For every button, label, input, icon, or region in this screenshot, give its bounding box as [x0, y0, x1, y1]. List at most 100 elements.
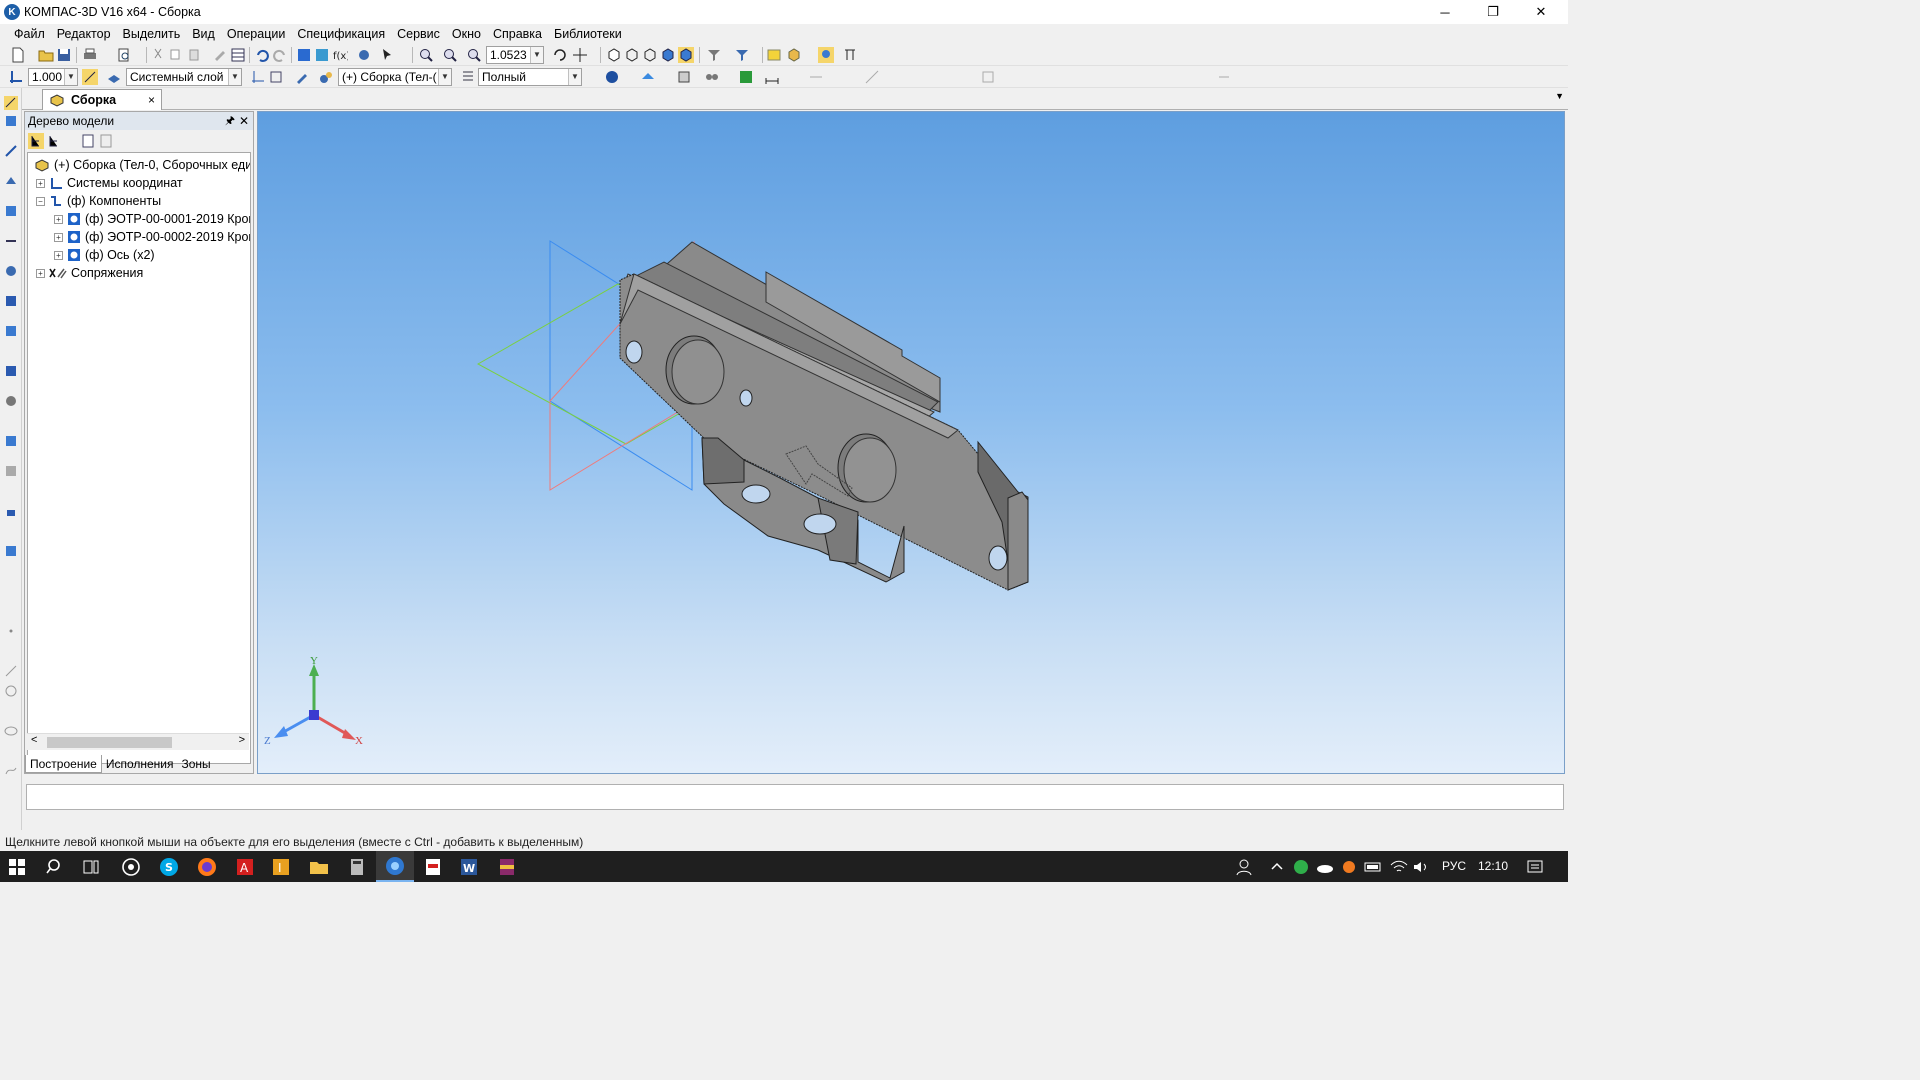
- geometry-tool-icon[interactable]: [4, 144, 18, 158]
- tree-item-components[interactable]: − (ф) Компоненты: [36, 192, 161, 210]
- menu-libraries[interactable]: Библиотеки: [548, 27, 628, 41]
- light-bulb-icon[interactable]: [818, 47, 834, 63]
- scroll-thumb[interactable]: [47, 737, 172, 748]
- table-icon[interactable]: [230, 47, 246, 63]
- chevron-down-icon[interactable]: ▼: [568, 69, 581, 85]
- tree-item-component-0001[interactable]: + (ф) ЭОТР-00-0001-2019 Крон: [54, 210, 250, 228]
- print-icon[interactable]: [82, 47, 98, 63]
- tree-item-coordinate-systems[interactable]: + Системы координат: [36, 174, 183, 192]
- tab-construction[interactable]: Построение: [25, 755, 102, 773]
- zoom-out-icon[interactable]: [442, 47, 458, 63]
- lock-tool-icon[interactable]: [4, 504, 18, 518]
- menu-operations[interactable]: Операции: [221, 27, 291, 41]
- measure-icon[interactable]: [842, 47, 858, 63]
- chevron-down-icon[interactable]: ▼: [438, 69, 451, 85]
- acrobat-icon[interactable]: A: [234, 856, 256, 878]
- clock[interactable]: 12:10: [1478, 851, 1508, 882]
- windows-start-icon[interactable]: [6, 856, 28, 878]
- open-folder-icon[interactable]: [38, 47, 54, 63]
- properties-icon[interactable]: [212, 47, 228, 63]
- tree-filter-icon[interactable]: [81, 133, 95, 149]
- segment-icon[interactable]: [864, 69, 880, 85]
- tree-horizontal-scrollbar[interactable]: < >: [27, 733, 249, 750]
- task-view-icon[interactable]: [80, 856, 102, 878]
- tab-versions[interactable]: Исполнения: [102, 755, 178, 773]
- volume-icon[interactable]: [1410, 856, 1432, 878]
- word-icon[interactable]: W: [458, 856, 480, 878]
- close-tab-icon[interactable]: ×: [148, 93, 155, 107]
- search-icon[interactable]: [44, 856, 66, 878]
- kompas-taskbar-button[interactable]: [376, 851, 414, 882]
- onedrive-icon[interactable]: [1314, 856, 1336, 878]
- array-tool-icon[interactable]: [4, 204, 18, 218]
- tray-app-icon[interactable]: [1338, 856, 1360, 878]
- operations-icon[interactable]: [676, 69, 692, 85]
- list-tool-icon[interactable]: [4, 544, 18, 558]
- close-window-button[interactable]: ✕: [1518, 0, 1564, 24]
- edit-component-icon[interactable]: [294, 69, 310, 85]
- tree-report-icon[interactable]: [99, 133, 113, 149]
- close-panel-icon[interactable]: ✕: [239, 112, 249, 130]
- filter-icon[interactable]: [706, 47, 722, 63]
- zoom-in-icon[interactable]: [466, 47, 482, 63]
- wireframe-icon[interactable]: [624, 47, 640, 63]
- menu-file[interactable]: Файл: [8, 27, 51, 41]
- view-orientation-icon[interactable]: [606, 47, 622, 63]
- collapse-icon[interactable]: −: [36, 196, 45, 206]
- pin-icon[interactable]: 🖈: [225, 112, 235, 130]
- edit-tool-icon[interactable]: [4, 114, 18, 128]
- skype-icon[interactable]: S: [158, 856, 180, 878]
- tree-structure-icon[interactable]: [28, 133, 44, 149]
- tray-chevron-up-icon[interactable]: [1266, 856, 1288, 878]
- menu-specification[interactable]: Спецификация: [291, 27, 391, 41]
- winrar-icon[interactable]: [496, 856, 518, 878]
- notifications-icon[interactable]: [1524, 856, 1546, 878]
- people-icon[interactable]: [1234, 856, 1256, 878]
- ellipse-tool-icon[interactable]: [4, 724, 18, 738]
- expand-icon[interactable]: +: [54, 232, 63, 242]
- array-icon[interactable]: [980, 69, 996, 85]
- save-icon[interactable]: [56, 47, 72, 63]
- command-input[interactable]: [26, 784, 1564, 810]
- cut-tool-icon[interactable]: [4, 464, 18, 478]
- line-tool-icon[interactable]: [4, 664, 18, 678]
- security-tray-icon[interactable]: [1290, 856, 1312, 878]
- expand-icon[interactable]: +: [54, 250, 63, 260]
- report-tool-icon[interactable]: [4, 324, 18, 338]
- sketch-tool-icon[interactable]: [4, 96, 18, 110]
- extrude-tool-icon[interactable]: [4, 434, 18, 448]
- pdf-icon[interactable]: [422, 856, 444, 878]
- manager-icon[interactable]: [356, 47, 372, 63]
- component-tool-icon[interactable]: [4, 364, 18, 378]
- local-cs-icon[interactable]: [8, 69, 24, 85]
- tab-list-chevron-icon[interactable]: ▼: [1555, 91, 1564, 101]
- surface-tool-icon[interactable]: [4, 174, 18, 188]
- orientation-icon[interactable]: [268, 69, 284, 85]
- scroll-right-icon[interactable]: >: [239, 734, 245, 746]
- section-icon[interactable]: [640, 69, 656, 85]
- ilustrator-app-icon[interactable]: I: [270, 856, 292, 878]
- input-language[interactable]: РУС: [1442, 851, 1466, 882]
- menu-window[interactable]: Окно: [446, 27, 487, 41]
- tree-view-icon[interactable]: [296, 47, 312, 63]
- 3d-viewport[interactable]: Y X Z: [257, 111, 1565, 774]
- spec-tool-icon[interactable]: [4, 294, 18, 308]
- firefox-icon[interactable]: [196, 856, 218, 878]
- menu-select[interactable]: Выделить: [117, 27, 187, 41]
- expand-icon[interactable]: +: [36, 268, 45, 278]
- expand-icon[interactable]: +: [54, 214, 63, 224]
- color-icon[interactable]: [604, 69, 620, 85]
- hidden-lines-icon[interactable]: [642, 47, 658, 63]
- rotate-icon[interactable]: [552, 47, 568, 63]
- select-filter-icon[interactable]: [734, 47, 750, 63]
- layer-combo[interactable]: Системный слой ▼: [126, 68, 242, 86]
- scroll-left-icon[interactable]: <: [31, 734, 37, 746]
- preview-icon[interactable]: [116, 47, 132, 63]
- menu-service[interactable]: Сервис: [391, 27, 446, 41]
- tree-item-component-0002[interactable]: + (ф) ЭОТР-00-0002-2019 Крон: [54, 228, 250, 246]
- mate-tool-icon[interactable]: [4, 394, 18, 408]
- assembly-combo[interactable]: (+) Сборка (Тел-(▼: [338, 68, 452, 86]
- assembly-icon[interactable]: [318, 69, 334, 85]
- component-icon[interactable]: [766, 47, 782, 63]
- wifi-icon[interactable]: [1388, 856, 1410, 878]
